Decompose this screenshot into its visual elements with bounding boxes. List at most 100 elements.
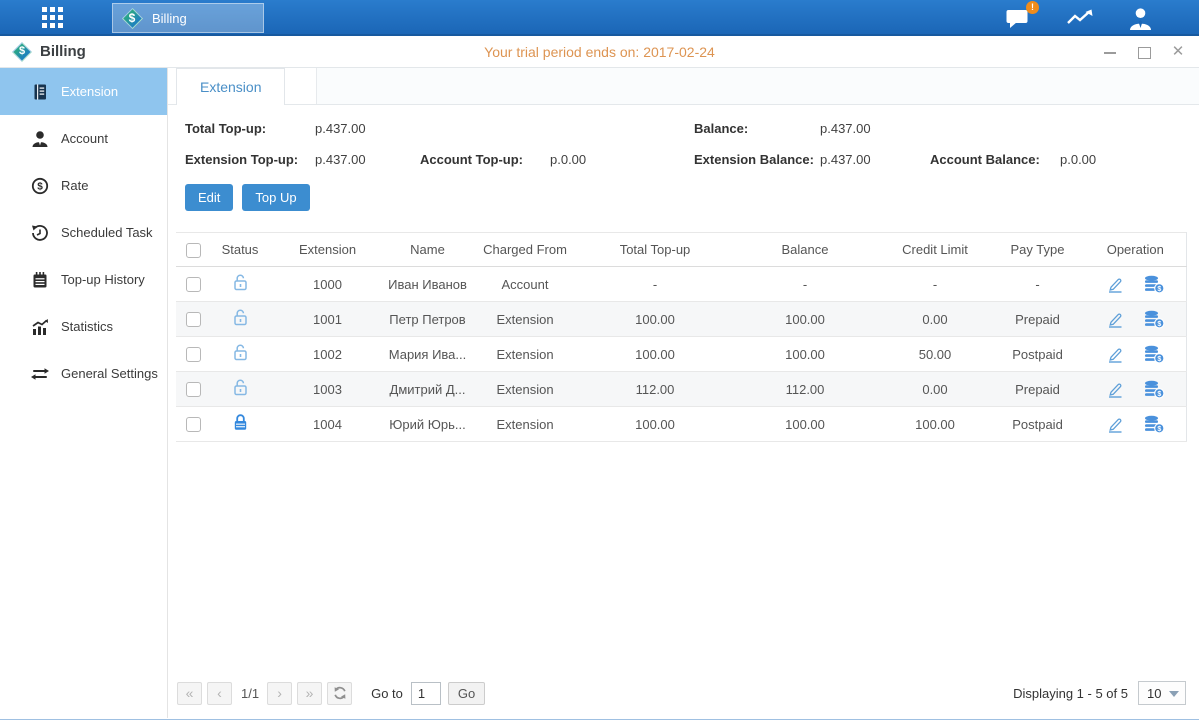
first-page-button[interactable]: «: [177, 682, 202, 705]
cell-extension: 1003: [270, 372, 385, 407]
sidebar-item-label: Statistics: [61, 319, 113, 334]
edit-row-button[interactable]: [1106, 311, 1124, 328]
close-button[interactable]: ✕: [1171, 45, 1185, 59]
cell-extension: 1004: [270, 407, 385, 442]
account-topup-value: p.0.00: [550, 144, 586, 175]
page-indicator: 1/1: [241, 686, 259, 701]
edit-row-icon: [1106, 311, 1124, 328]
maximize-button[interactable]: [1137, 45, 1151, 59]
edit-row-button[interactable]: [1106, 276, 1124, 293]
edit-row-icon: [1106, 416, 1124, 433]
sidebar-item-label: General Settings: [61, 366, 158, 381]
top-up-row-button[interactable]: $: [1144, 275, 1165, 294]
cell-status: [210, 267, 270, 302]
table-header-row: Status Extension Name Charged From Total…: [176, 233, 1186, 267]
status-locked-icon: [232, 413, 249, 432]
refresh-button[interactable]: [327, 682, 352, 705]
account-balance-value: p.0.00: [1060, 144, 1096, 175]
cell-extension: 1000: [270, 267, 385, 302]
edit-row-button[interactable]: [1106, 381, 1124, 398]
sidebar-item-extension[interactable]: Extension: [0, 68, 167, 115]
pagination-bar: « ‹ 1/1 › » Go to Go Displaying: [168, 681, 1199, 718]
sidebar-item-label: Scheduled Task: [61, 225, 153, 240]
goto-label: Go to: [371, 686, 403, 701]
balance-value: p.437.00: [820, 113, 871, 144]
general-settings-icon: [31, 365, 49, 383]
go-button[interactable]: Go: [448, 682, 485, 705]
sidebar: Extension Account $ Rate Scheduled Task: [0, 68, 168, 718]
row-checkbox[interactable]: [186, 347, 201, 362]
displaying-text: Displaying 1 - 5 of 5: [1013, 686, 1128, 701]
table-row: 1001Петр ПетровExtension100.00100.000.00…: [176, 302, 1186, 337]
top-up-row-button[interactable]: $: [1144, 415, 1165, 434]
col-pay-type: Pay Type: [990, 233, 1085, 267]
cell-total-topup: 100.00: [580, 337, 730, 372]
statistics-icon: [31, 318, 49, 336]
col-total-topup: Total Top-up: [580, 233, 730, 267]
account-topup-label: Account Top-up:: [420, 144, 523, 175]
sidebar-item-scheduled-task[interactable]: Scheduled Task: [0, 209, 167, 256]
col-credit-limit: Credit Limit: [880, 233, 990, 267]
row-checkbox[interactable]: [186, 312, 201, 327]
top-up-row-button[interactable]: $: [1144, 380, 1165, 399]
top-up-row-button[interactable]: $: [1144, 310, 1165, 329]
top-up-row-icon: $: [1144, 380, 1165, 399]
cell-status: [210, 407, 270, 442]
account-balance-label: Account Balance:: [930, 144, 1040, 175]
cell-name: Дмитрий Д...: [385, 372, 470, 407]
trial-notice: Your trial period ends on: 2017-02-24: [0, 44, 1199, 60]
cell-pay-type: Postpaid: [990, 407, 1085, 442]
cell-charged-from: Account: [470, 267, 580, 302]
messages-icon[interactable]: !: [1005, 7, 1032, 30]
top-up-button[interactable]: Top Up: [242, 184, 309, 211]
cell-pay-type: Postpaid: [990, 337, 1085, 372]
user-account-icon[interactable]: [1128, 7, 1153, 30]
person-glyph: [1128, 7, 1153, 30]
window-title: Billing: [40, 43, 86, 60]
top-up-row-button[interactable]: $: [1144, 345, 1165, 364]
resource-monitor-icon[interactable]: [1066, 7, 1094, 29]
svg-text:$: $: [1157, 321, 1161, 328]
table-row: 1000Иван ИвановAccount----$: [176, 267, 1186, 302]
edit-button[interactable]: Edit: [185, 184, 233, 211]
tab-extension[interactable]: Extension: [176, 68, 285, 105]
select-all-checkbox[interactable]: [186, 243, 201, 258]
sidebar-item-account[interactable]: Account: [0, 115, 167, 162]
prev-page-button[interactable]: ‹: [207, 682, 232, 705]
svg-text:$: $: [1157, 426, 1161, 433]
apps-grid-icon[interactable]: [34, 2, 70, 32]
cell-credit-limit: 0.00: [880, 302, 990, 337]
col-extension: Extension: [270, 233, 385, 267]
sidebar-item-topup-history[interactable]: Top-up History: [0, 256, 167, 303]
row-checkbox[interactable]: [186, 382, 201, 397]
cell-pay-type: -: [990, 267, 1085, 302]
topup-history-icon: [31, 271, 49, 289]
svg-text:$: $: [1157, 356, 1161, 363]
sidebar-item-general-settings[interactable]: General Settings: [0, 350, 167, 397]
extension-topup-value: p.437.00: [315, 144, 366, 175]
goto-page-input[interactable]: [411, 682, 441, 705]
billing-app-window: $ Billing !: [0, 0, 1199, 720]
edit-row-button[interactable]: [1106, 416, 1124, 433]
row-checkbox[interactable]: [186, 277, 201, 292]
page-size-select[interactable]: 10: [1138, 681, 1186, 705]
taskbar-tab-billing[interactable]: $ Billing: [112, 3, 264, 33]
cell-status: [210, 372, 270, 407]
top-up-row-icon: $: [1144, 310, 1165, 329]
window-titlebar: $ Billing Your trial period ends on: 201…: [0, 36, 1199, 68]
cell-operation: $: [1085, 337, 1186, 372]
balance-label: Balance:: [694, 113, 748, 144]
cell-pay-type: Prepaid: [990, 302, 1085, 337]
edit-row-button[interactable]: [1106, 346, 1124, 363]
next-page-button[interactable]: ›: [267, 682, 292, 705]
sidebar-item-rate[interactable]: $ Rate: [0, 162, 167, 209]
minimize-button[interactable]: [1103, 45, 1117, 59]
rate-icon: $: [31, 177, 49, 195]
table-body: 1000Иван ИвановAccount----$1001Петр Петр…: [176, 267, 1186, 442]
balance-summary: Total Top-up: p.437.00 Balance: p.437.00…: [176, 113, 1186, 175]
taskbar-right-icons: !: [1005, 0, 1153, 36]
last-page-button[interactable]: »: [297, 682, 322, 705]
sidebar-item-statistics[interactable]: Statistics: [0, 303, 167, 350]
row-checkbox[interactable]: [186, 417, 201, 432]
extensions-table: Status Extension Name Charged From Total…: [176, 232, 1187, 442]
